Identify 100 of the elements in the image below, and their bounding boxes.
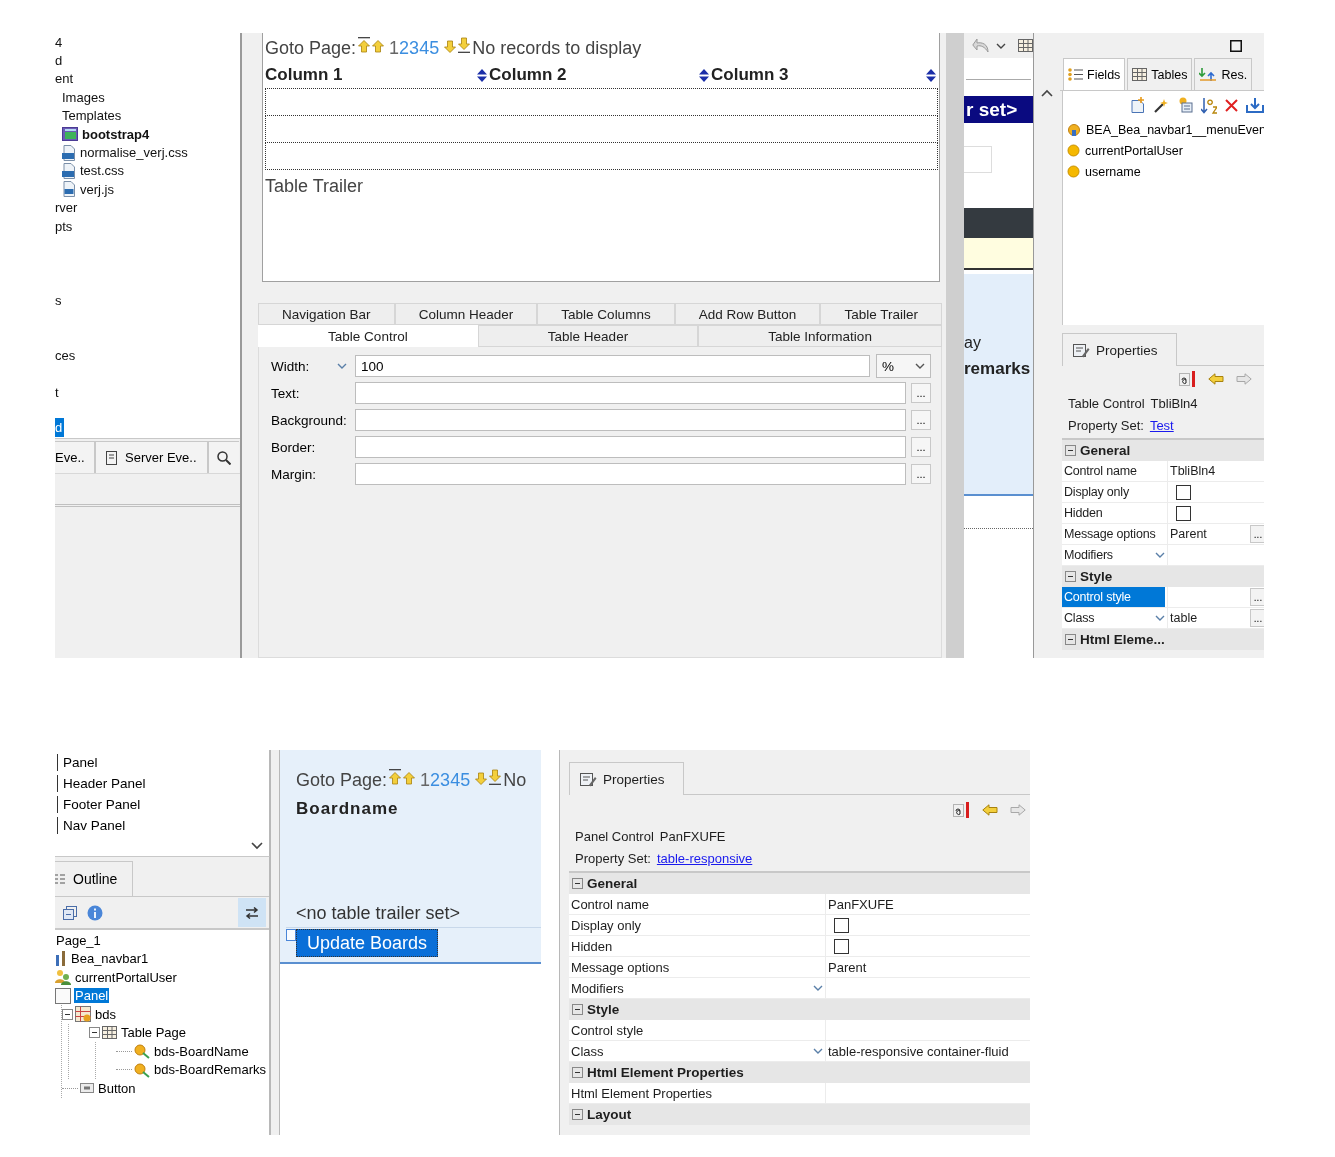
update-button[interactable]: Update Boards [296, 929, 439, 957]
tab[interactable]: Properties [569, 762, 684, 795]
chevron-down-icon[interactable] [251, 842, 263, 850]
checkbox[interactable] [1176, 505, 1191, 521]
tree-item[interactable]: 4 [55, 33, 65, 52]
first-page-icon[interactable] [358, 37, 371, 53]
collapse-all-icon[interactable] [63, 905, 77, 920]
collapse-icon[interactable] [572, 1004, 583, 1015]
tree-item[interactable]: Templates [62, 106, 124, 125]
last-page-icon[interactable] [458, 37, 471, 53]
input-field[interactable] [355, 409, 906, 431]
property-label[interactable]: Control style [1062, 587, 1165, 607]
tree-item[interactable]: s [55, 291, 64, 310]
last-page-icon[interactable] [489, 769, 502, 785]
column-header[interactable]: Column 1 [265, 65, 489, 85]
tab[interactable]: Table Columns [537, 303, 675, 325]
collapse-icon[interactable] [89, 1027, 100, 1039]
caret-icon[interactable] [996, 42, 1006, 49]
tab[interactable]: Navigation Bar [258, 303, 395, 325]
property-label[interactable]: Class [569, 1041, 813, 1061]
tree-item[interactable]: currentPortalUser [55, 968, 178, 987]
text-edit-icon[interactable] [953, 802, 970, 818]
tree-item[interactable]: Button [80, 1079, 137, 1098]
tree-item[interactable]: ent [55, 69, 76, 89]
input-field[interactable] [355, 382, 906, 404]
tab[interactable]: Res. [1194, 58, 1253, 90]
browse-button[interactable]: ... [911, 383, 931, 403]
properties-icon[interactable] [580, 771, 597, 787]
tab[interactable]: Properties [1062, 333, 1177, 366]
properties-icon[interactable] [1073, 342, 1090, 358]
back-arrow-icon[interactable] [1208, 373, 1224, 385]
tree-item[interactable]: t [55, 383, 61, 402]
collapse-icon[interactable] [1065, 445, 1076, 456]
property-label[interactable]: Class [1062, 608, 1155, 628]
sort-icon[interactable] [699, 68, 709, 82]
tree-item[interactable]: pts [55, 216, 75, 236]
unit-dropdown[interactable]: % [876, 354, 931, 378]
tree-item[interactable]: bootstrap4 [62, 124, 152, 144]
column-header[interactable]: Boardname [296, 799, 541, 819]
collapse-icon[interactable] [572, 1109, 583, 1120]
tree-item[interactable]: ces [55, 346, 78, 366]
view-tab[interactable]: Server Eve.. [95, 441, 208, 473]
tab[interactable]: Tables [1127, 58, 1193, 90]
property-label[interactable]: Message options [569, 957, 823, 977]
browse-button[interactable]: ... [911, 464, 931, 484]
tab[interactable]: Column Header [394, 303, 538, 325]
search-icon[interactable] [216, 450, 231, 465]
field-item[interactable]: currentPortalUser [1063, 140, 1264, 161]
palette-item[interactable]: Nav Panel [57, 817, 126, 834]
tree-item[interactable]: d [55, 418, 65, 437]
tab[interactable]: Table Information [698, 325, 942, 347]
view-tab[interactable] [207, 441, 239, 473]
browse-button[interactable]: ... [1250, 609, 1264, 627]
wand-icon[interactable] [1153, 97, 1169, 113]
palette-item[interactable]: Footer Panel [57, 796, 141, 813]
tab[interactable]: Table Header [477, 325, 699, 347]
caret-icon[interactable] [1155, 615, 1165, 621]
collapse-icon[interactable] [572, 1067, 583, 1078]
browse-button[interactable]: ... [1250, 525, 1264, 543]
tree-item[interactable]: rver [55, 198, 80, 217]
caret-icon[interactable] [813, 985, 823, 991]
back-arrow-icon[interactable] [982, 804, 998, 816]
sort-icon[interactable] [477, 68, 487, 82]
page-link[interactable]: 2 [399, 38, 410, 59]
input-field[interactable] [355, 436, 906, 458]
tree-item[interactable]: Page_1 [55, 931, 102, 950]
input-field[interactable]: 100 [355, 355, 870, 377]
sync-button[interactable] [238, 898, 266, 927]
collapse-icon[interactable] [62, 1008, 73, 1020]
palette-item[interactable]: Header Panel [57, 775, 146, 792]
tab[interactable]: Table Trailer [820, 303, 942, 325]
collapse-icon[interactable] [1065, 634, 1076, 645]
selection-handle[interactable] [286, 929, 296, 941]
tree-item[interactable]: d [55, 51, 65, 70]
sort-icon[interactable] [926, 68, 936, 82]
info-icon[interactable] [87, 904, 103, 921]
column-header[interactable]: Column 3 [711, 65, 938, 85]
tree-item[interactable]: Images [62, 88, 107, 107]
collapse-icon[interactable] [1065, 571, 1076, 582]
tree-item[interactable]: Table Page [102, 1023, 188, 1042]
first-page-icon[interactable] [389, 769, 402, 785]
page-link[interactable]: 3 [409, 38, 420, 59]
caret-icon[interactable] [337, 363, 347, 369]
property-set-link[interactable]: Test [1149, 417, 1174, 433]
tree-item[interactable]: test.css [62, 161, 127, 181]
database-icon[interactable] [1177, 97, 1193, 113]
maximize-icon[interactable] [1230, 39, 1242, 52]
property-set-link[interactable]: table-responsive [656, 850, 753, 866]
text-edit-icon[interactable] [1179, 371, 1196, 387]
tree-item[interactable]: normalise_verj.css [62, 143, 190, 162]
delete-icon[interactable] [1225, 98, 1238, 112]
browse-button[interactable]: ... [911, 437, 931, 457]
tree-item[interactable]: Bea_navbar1 [55, 949, 150, 968]
column-header[interactable]: Column 2 [489, 65, 711, 85]
palette-item[interactable]: Panel [57, 754, 98, 771]
tree-item[interactable]: bds-BoardRemarks [134, 1060, 267, 1079]
page-link[interactable]: 1 [389, 38, 400, 59]
caret-icon[interactable] [813, 1048, 823, 1054]
property-label[interactable]: Control name [569, 894, 823, 914]
property-label[interactable]: Message options [1062, 524, 1165, 544]
